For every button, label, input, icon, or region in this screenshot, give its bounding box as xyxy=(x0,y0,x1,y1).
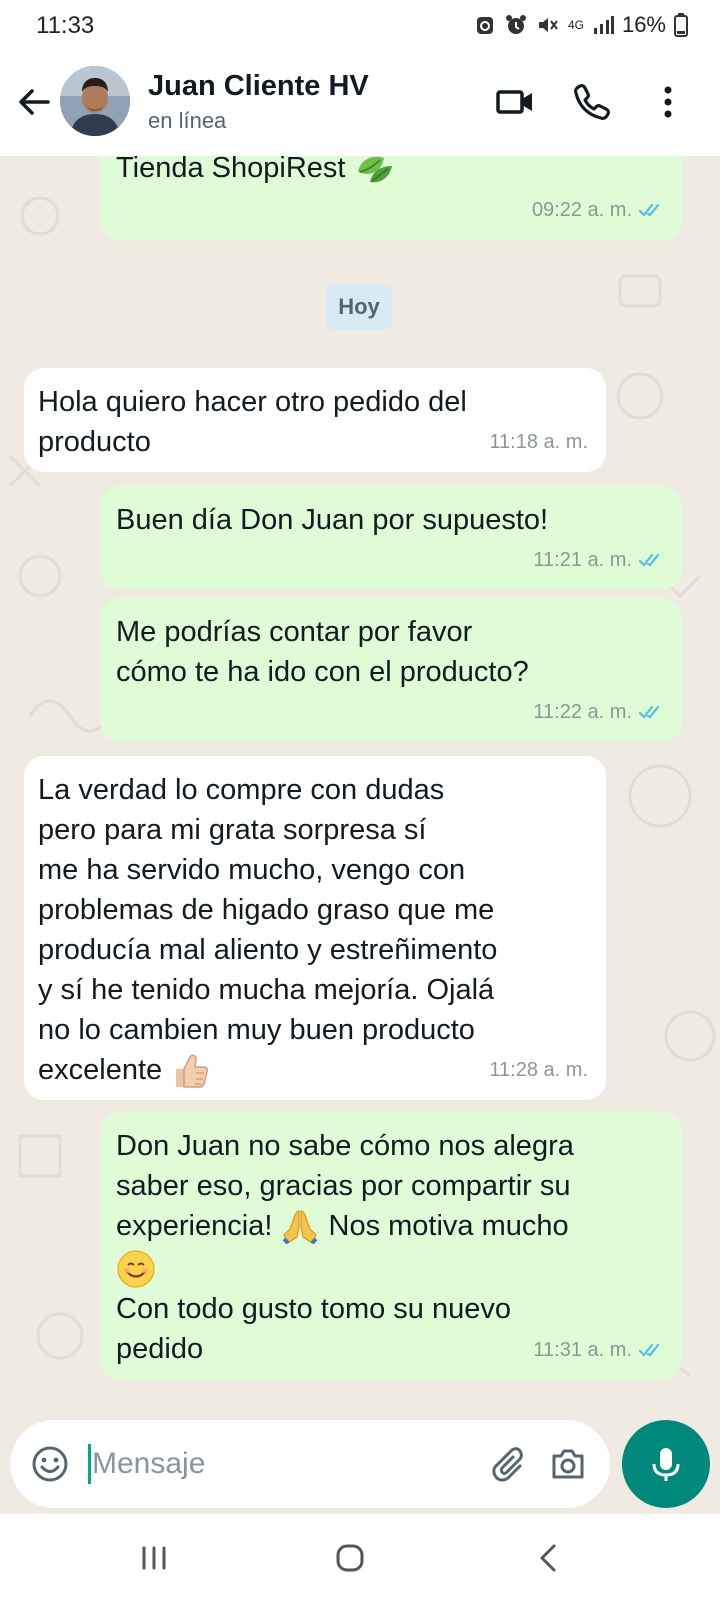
message-text: Me podrías contar por favor cómo te ha i… xyxy=(116,616,529,688)
message-text: Tienda ShopiRest xyxy=(116,156,346,184)
network-type: 4G xyxy=(567,18,584,32)
message-meta: 11:18 a. m. xyxy=(489,422,588,462)
video-call-icon[interactable] xyxy=(494,80,538,124)
leaf-emoji-icon xyxy=(357,157,392,183)
message-time: 11:21 a. m. xyxy=(533,549,632,571)
attach-icon[interactable] xyxy=(488,1444,528,1484)
recycle-icon xyxy=(476,17,493,34)
message-outgoing[interactable]: Buen día Don Juan por supuesto! 11:21 a.… xyxy=(100,486,682,590)
message-input-container[interactable] xyxy=(10,1420,610,1508)
battery-percent: 16% xyxy=(621,12,666,37)
message-text-continued: Nos motiva mucho xyxy=(320,1210,569,1242)
mic-icon xyxy=(652,1448,680,1481)
message-text: Buen día Don Juan por supuesto! xyxy=(116,504,549,536)
more-options-icon[interactable] xyxy=(646,80,690,124)
message-time: 11:31 a. m. xyxy=(533,1339,632,1361)
message-time: 11:18 a. m. xyxy=(489,431,588,453)
battery-icon xyxy=(674,13,688,37)
phone-icon[interactable] xyxy=(570,80,614,124)
signal-icon xyxy=(593,16,614,34)
status-bar: 11:33 4G 16% xyxy=(0,0,720,52)
folded-hands-emoji-icon xyxy=(283,1210,318,1245)
status-icons: 4G 16% xyxy=(474,12,688,38)
contact-status: en línea xyxy=(148,108,227,133)
system-nav-bar xyxy=(0,1514,720,1600)
message-outgoing[interactable]: Me podrías contar por favor cómo te ha i… xyxy=(100,598,682,742)
message-outgoing[interactable]: Tienda ShopiRest 09:22 a. m. xyxy=(100,156,682,240)
message-incoming[interactable]: La verdad lo compre con dudas pero para … xyxy=(24,756,606,1100)
read-ticks-icon xyxy=(638,553,660,567)
message-text: La verdad lo compre con dudas pero para … xyxy=(38,774,498,1086)
mute-icon xyxy=(538,18,558,32)
message-time: 11:28 a. m. xyxy=(489,1059,588,1081)
message-text-closing: Con todo gusto tomo su nuevo pedido xyxy=(116,1292,511,1365)
back-icon[interactable] xyxy=(530,1538,570,1578)
read-ticks-icon xyxy=(638,203,660,217)
message-input[interactable] xyxy=(92,1436,472,1492)
text-caret xyxy=(88,1444,91,1484)
back-arrow-icon[interactable] xyxy=(14,82,54,122)
message-composer xyxy=(0,1414,720,1514)
read-ticks-icon xyxy=(638,705,660,719)
message-time: 09:22 a. m. xyxy=(531,199,632,221)
day-separator: Hoy xyxy=(326,284,392,330)
contact-name[interactable]: Juan Cliente HV xyxy=(148,70,369,103)
message-meta: 11:28 a. m. xyxy=(489,1050,588,1090)
home-icon[interactable] xyxy=(330,1538,370,1578)
alarm-icon xyxy=(505,15,526,34)
chat-header: Juan Cliente HV en línea xyxy=(0,52,720,156)
status-time: 11:33 xyxy=(36,12,95,39)
chat-area[interactable]: Tienda ShopiRest 09:22 a. m. Hoy Hola qu… xyxy=(0,156,720,1414)
message-meta: 09:22 a. m. xyxy=(532,190,666,230)
message-meta: 11:21 a. m. xyxy=(533,540,666,580)
avatar[interactable] xyxy=(60,66,130,136)
profile-photo xyxy=(60,66,130,136)
message-meta: 11:22 a. m. xyxy=(533,692,666,732)
message-meta: 11:31 a. m. xyxy=(533,1330,666,1370)
message-text: Hola quiero hacer otro pedido del produc… xyxy=(38,386,467,458)
recent-apps-icon[interactable] xyxy=(134,1538,174,1578)
message-outgoing[interactable]: Don Juan no sabe cómo nos alegra saber e… xyxy=(100,1112,682,1380)
message-time: 11:22 a. m. xyxy=(533,701,632,723)
emoji-icon[interactable] xyxy=(30,1444,70,1484)
message-incoming[interactable]: Hola quiero hacer otro pedido del produc… xyxy=(24,368,606,472)
mic-button[interactable] xyxy=(622,1420,710,1508)
smiling-face-emoji-icon xyxy=(117,1250,155,1288)
read-ticks-icon xyxy=(638,1343,660,1357)
camera-icon[interactable] xyxy=(548,1444,588,1484)
thumbs-up-emoji-icon xyxy=(176,1054,209,1089)
